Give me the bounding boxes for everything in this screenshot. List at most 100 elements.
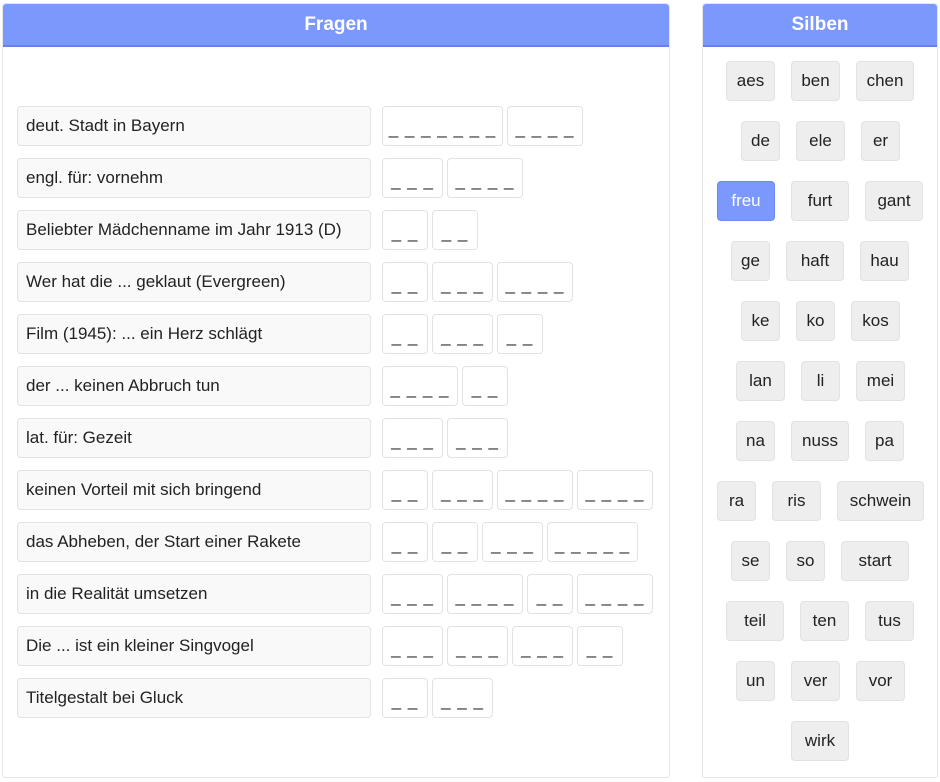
syllable-chip[interactable]: ke [741,301,780,341]
answer-slot[interactable]: _ _ _ [432,262,493,302]
answer-slot[interactable]: _ _ _ _ [382,366,458,406]
answer-slot[interactable]: _ _ _ _ [447,158,523,198]
question-row: das Abheben, der Start einer Rakete _ _ _ … [17,522,669,562]
question-label: Film (1945): ... ein Herz schlägt [17,314,371,354]
question-row: der ... keinen Abbruch tun _ _ _ _ _ _ [17,366,669,406]
answer-slot[interactable]: _ _ _ _ [447,574,523,614]
question-row: lat. für: Gezeit _ _ _ _ _ _ [17,418,669,458]
syllables-header: Silben [703,4,937,47]
question-row: deut. Stadt in Bayern _ _ _ _ _ _ _ _ _ _ … [17,106,669,146]
answer-slot[interactable]: _ _ _ _ [507,106,583,146]
answer-slot[interactable]: _ _ [497,314,543,354]
syllable-chip[interactable]: chen [856,61,914,101]
syllable-chip[interactable]: freu [717,181,775,221]
answer-slot[interactable]: _ _ _ _ [577,470,653,510]
syllable-chip[interactable]: na [736,421,775,461]
answer-slot[interactable]: _ _ [577,626,623,666]
syllable-row: ke ko kos [703,301,937,341]
syllable-chip[interactable]: lan [736,361,785,401]
answer-slot[interactable]: _ _ [527,574,573,614]
answer-slot[interactable]: _ _ [432,522,478,562]
syllable-row: ge haft hau [703,241,937,281]
question-row: Beliebter Mädchenname im Jahr 1913 (D) _ … [17,210,669,250]
syllable-chip[interactable]: un [736,661,775,701]
question-row: keinen Vorteil mit sich bringend _ _ _ _ _… [17,470,669,510]
question-row: in die Realität umsetzen _ _ _ _ _ _ _ _ _ _… [17,574,669,614]
answer-slot[interactable]: _ _ _ [447,626,508,666]
syllable-row: teil ten tus [703,601,937,641]
question-row: Wer hat die ... geklaut (Evergreen) _ _ _ … [17,262,669,302]
syllable-chip[interactable]: kos [851,301,900,341]
syllable-chip[interactable]: ben [791,61,840,101]
syllable-chip[interactable]: ko [796,301,835,341]
syllable-chip[interactable]: tus [865,601,914,641]
answer-slot[interactable]: _ _ [382,470,428,510]
question-label: in die Realität umsetzen [17,574,371,614]
syllable-chip[interactable]: vor [856,661,905,701]
syllable-chip[interactable]: ver [791,661,840,701]
questions-header: Fragen [3,4,669,47]
answer-slot[interactable]: _ _ [382,314,428,354]
answer-slot[interactable]: _ _ _ [432,678,493,718]
syllable-chip[interactable]: wirk [791,721,849,761]
syllable-chip[interactable]: se [731,541,770,581]
answer-slot[interactable]: _ _ [462,366,508,406]
syllable-row: un ver vor [703,661,937,701]
question-label: das Abheben, der Start einer Rakete [17,522,371,562]
answer-slot[interactable]: _ _ _ [432,314,493,354]
syllable-chip[interactable]: pa [865,421,904,461]
answer-slot[interactable]: _ _ _ [382,158,443,198]
answer-slot[interactable]: _ _ _ _ _ _ _ [382,106,503,146]
syllable-chip[interactable]: nuss [791,421,849,461]
answer-slot[interactable]: _ _ _ [512,626,573,666]
answer-slot[interactable]: _ _ _ [382,574,443,614]
answer-slot[interactable]: _ _ _ [382,418,443,458]
answer-slot[interactable]: _ _ [382,522,428,562]
syllable-chip[interactable]: hau [860,241,909,281]
answer-slot[interactable]: _ _ _ [447,418,508,458]
syllable-chip[interactable]: li [801,361,840,401]
syllable-chip[interactable]: mei [856,361,905,401]
answer-slot[interactable]: _ _ [382,210,428,250]
question-label: keinen Vorteil mit sich bringend [17,470,371,510]
syllable-chip[interactable]: gant [865,181,923,221]
syllable-chip[interactable]: de [741,121,780,161]
syllable-chip[interactable]: er [861,121,900,161]
syllable-chip[interactable]: ris [772,481,821,521]
syllable-row: se so start [703,541,937,581]
answer-slot[interactable]: _ _ [382,678,428,718]
syllable-chip[interactable]: schwein [837,481,924,521]
syllable-chip[interactable]: aes [726,61,775,101]
syllable-chip[interactable]: furt [791,181,849,221]
syllable-chip[interactable]: so [786,541,825,581]
syllable-row: freu furt gant [703,181,937,221]
syllable-chip[interactable]: haft [786,241,844,281]
syllable-row: na nuss pa [703,421,937,461]
answer-slot[interactable]: _ _ _ _ [497,470,573,510]
syllable-row: lan li mei [703,361,937,401]
syllable-chip[interactable]: ge [731,241,770,281]
question-label: Beliebter Mädchenname im Jahr 1913 (D) [17,210,371,250]
syllable-chip[interactable]: ra [717,481,756,521]
syllable-row: ra ris schwein [703,481,937,521]
question-row: Die ... ist ein kleiner Singvogel _ _ _ _ … [17,626,669,666]
syllables-panel: Silben aes ben chen de ele er freu furt gant ge ha… [702,3,938,778]
question-label: deut. Stadt in Bayern [17,106,371,146]
question-label: engl. für: vornehm [17,158,371,198]
questions-panel: Fragen deut. Stadt in Bayern _ _ _ _ _ _ … [2,3,670,778]
syllable-chip[interactable]: ten [800,601,849,641]
answer-slot[interactable]: _ _ [432,210,478,250]
syllable-chip[interactable]: start [841,541,909,581]
answer-slot[interactable]: _ _ _ _ [497,262,573,302]
question-row: engl. für: vornehm _ _ _ _ _ _ _ [17,158,669,198]
syllable-row: de ele er [703,121,937,161]
answer-slot[interactable]: _ _ _ _ _ [547,522,638,562]
answer-slot[interactable]: _ _ _ [432,470,493,510]
answer-slot[interactable]: _ _ _ [382,626,443,666]
syllable-chip[interactable]: teil [726,601,784,641]
answer-slot[interactable]: _ _ _ _ [577,574,653,614]
syllable-chip[interactable]: ele [796,121,845,161]
question-list: deut. Stadt in Bayern _ _ _ _ _ _ _ _ _ _ … [17,106,669,730]
answer-slot[interactable]: _ _ _ [482,522,543,562]
answer-slot[interactable]: _ _ [382,262,428,302]
